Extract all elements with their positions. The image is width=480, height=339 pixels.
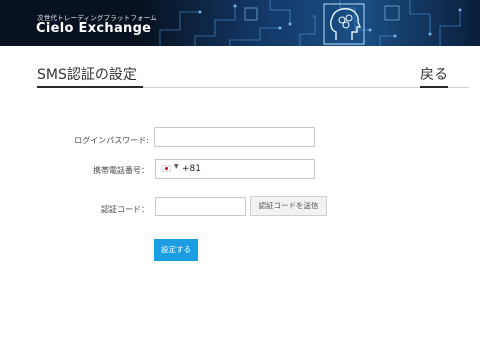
circuit-pattern-icon — [159, 0, 462, 46]
page-title: SMS認証の設定 — [37, 67, 137, 83]
ai-head-icon — [323, 3, 365, 45]
submit-button[interactable]: 設定する — [154, 239, 198, 261]
brand-logo[interactable]: Cielo Exchange — [36, 21, 151, 36]
password-input[interactable] — [154, 127, 315, 147]
header-banner: 次世代トレーディングプラットフォーム Cielo Exchange — [0, 0, 480, 46]
chevron-down-icon[interactable]: ▼ — [174, 163, 179, 170]
send-code-button[interactable]: 認証コードを送信 — [250, 196, 327, 216]
phone-input[interactable]: ▼ +81 — [155, 159, 315, 179]
title-underline — [37, 86, 143, 88]
japan-flag-icon[interactable] — [162, 165, 171, 172]
code-label: 認証コード： — [101, 205, 149, 214]
country-code: +81 — [182, 164, 201, 174]
phone-label: 携帯電話番号： — [93, 166, 149, 175]
code-input[interactable] — [155, 197, 246, 216]
password-label: ログインパスワード: — [74, 136, 149, 145]
back-link[interactable]: 戻る — [420, 64, 448, 84]
back-underline — [420, 86, 448, 88]
